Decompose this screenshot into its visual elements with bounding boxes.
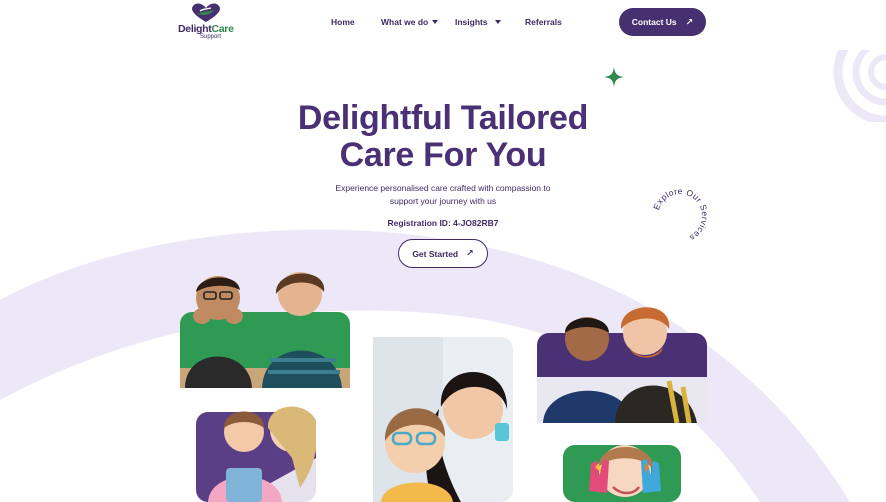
explore-services-text: Explore Our Services — [651, 186, 710, 243]
hero-subtitle-line-2: support your journey with us — [389, 195, 497, 206]
nav-home[interactable]: Home — [331, 17, 355, 27]
rings-decoration — [833, 50, 886, 122]
nav-home-label: Home — [331, 17, 355, 27]
site-header: DelightCare Support Home What we do Insi… — [0, 0, 886, 44]
heart-logo-icon — [192, 3, 220, 23]
photo-girl-with-glasses — [373, 337, 513, 502]
registration-id: Registration ID: 4-JO82RB7 — [387, 218, 499, 228]
nav-referrals[interactable]: Referrals — [525, 17, 562, 27]
hero-title: Delightful Tailored Care For You — [230, 100, 656, 174]
explore-services-badge[interactable]: Explore Our Services — [648, 184, 712, 248]
caret-down-icon — [494, 20, 501, 24]
photo-two-boys-smiling — [180, 268, 350, 388]
contact-us-button[interactable]: Contact Us ↗ — [619, 8, 706, 36]
brand-logo[interactable]: DelightCare Support — [178, 2, 234, 42]
photo-child-painted-hands — [563, 433, 681, 502]
nav-what-we-do-label: What we do — [381, 17, 429, 27]
hero-subtitle-line-1: Experience personalised care crafted wit… — [335, 183, 551, 193]
contact-us-label: Contact Us — [631, 17, 677, 27]
hero-title-line-2: Care For You — [339, 136, 547, 174]
nav-insights-label: Insights — [455, 17, 488, 27]
nav-what-we-do[interactable]: What we do — [381, 17, 439, 27]
get-started-button[interactable]: Get Started ↗ — [398, 239, 488, 268]
sparkle-icon — [604, 67, 624, 87]
hero-title-line-1: Delightful Tailored — [297, 99, 589, 137]
nav-referrals-label: Referrals — [525, 17, 562, 27]
get-started-label: Get Started — [412, 248, 459, 259]
brand-subname: Support — [200, 34, 222, 40]
caret-down-icon — [432, 20, 439, 24]
hero-subtitle: Experience personalised care crafted wit… — [318, 182, 568, 207]
arrow-up-right-icon: ↗ — [685, 16, 694, 27]
arrow-up-right-icon: ↗ — [466, 248, 474, 258]
photo-two-men-laughing — [537, 303, 707, 423]
nav-insights[interactable]: Insights — [455, 17, 501, 27]
photo-girl-and-mother — [196, 398, 316, 502]
